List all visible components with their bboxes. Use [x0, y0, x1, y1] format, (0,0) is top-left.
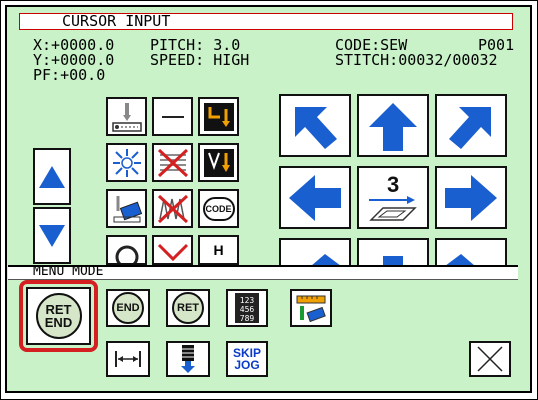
svg-text:123: 123	[240, 296, 255, 305]
line-button[interactable]	[152, 97, 193, 136]
origin-return-button[interactable]	[106, 143, 147, 182]
arrow-left-icon	[289, 174, 341, 221]
move-down-left-button[interactable]	[279, 238, 351, 268]
ret-end-button[interactable]: RET END	[26, 287, 91, 345]
arrow-right-icon	[445, 174, 497, 221]
search-partial-button[interactable]	[106, 235, 147, 265]
origin-star-icon	[112, 148, 141, 177]
crossed-icon-partial	[157, 243, 188, 262]
move-left-button[interactable]	[279, 166, 351, 229]
delete-partial-button[interactable]	[152, 235, 193, 265]
line-icon	[161, 115, 184, 118]
needle-down-button[interactable]	[198, 143, 239, 182]
feed-down-icon	[181, 345, 195, 373]
needle-eraser-icon	[113, 195, 142, 222]
thread-trim-button[interactable]	[198, 97, 239, 136]
close-button[interactable]	[469, 341, 511, 377]
pitch-span-button[interactable]	[106, 341, 150, 377]
needle-feed-button[interactable]	[106, 97, 147, 136]
speed-value: SPEED: HIGH	[150, 51, 250, 69]
code-label: CODE	[202, 196, 235, 221]
svg-text:789: 789	[240, 314, 255, 323]
crossed-lines-icon	[157, 148, 188, 177]
numpad-button[interactable]: 123 456 789	[226, 289, 268, 327]
feed-down-button[interactable]	[166, 341, 210, 377]
needle-feed-icon	[111, 102, 142, 132]
page-number: P001	[478, 36, 515, 54]
magnifier-icon	[115, 245, 138, 263]
height-label: H	[213, 242, 224, 258]
arrow-down-left-partial-icon	[311, 254, 341, 266]
move-up-left-button[interactable]	[279, 94, 351, 157]
move-down-button[interactable]	[357, 238, 429, 268]
move-right-button[interactable]	[435, 166, 507, 229]
code-button[interactable]: CODE	[198, 189, 239, 228]
scroll-down-button[interactable]	[33, 207, 71, 264]
numpad-icon: 123 456 789	[235, 293, 259, 323]
height-button[interactable]: H	[198, 235, 239, 265]
arrow-up-right-icon	[449, 106, 491, 149]
skip-jog-label: SKIP JOG	[233, 347, 261, 371]
x-coordinate: X:+0000.0	[33, 36, 115, 54]
triangle-up-icon	[39, 165, 65, 188]
ruler-pencil-eraser-icon	[296, 295, 326, 323]
needle-erase-button[interactable]	[106, 189, 147, 228]
move-up-button[interactable]	[357, 94, 429, 157]
arrow-down-partial-icon	[383, 256, 403, 266]
pf-value: PF:+00.0	[33, 66, 106, 84]
jog-label: JOG	[234, 358, 260, 372]
step-feed-icon: 3	[369, 172, 417, 221]
menu-mode-label: MENU MODE	[33, 264, 104, 279]
move-up-right-button[interactable]	[435, 94, 507, 157]
ret-end-bottom-label: END	[44, 315, 73, 330]
code-value: CODE:SEW	[335, 36, 408, 54]
page-title: CURSOR INPUT	[62, 12, 171, 30]
thread-trim-icon	[203, 102, 234, 131]
arrow-up-icon	[369, 102, 417, 151]
skip-jog-button[interactable]: SKIP JOG	[226, 341, 268, 377]
crossed-zigzag-icon	[157, 194, 188, 223]
scroll-up-button[interactable]	[33, 148, 71, 205]
move-down-right-button[interactable]	[435, 238, 507, 268]
pitch-value: PITCH: 3.0	[150, 36, 241, 54]
close-icon	[477, 346, 503, 372]
svg-text:456: 456	[240, 305, 255, 314]
ret-end-icon: RET END	[35, 293, 82, 339]
ret-label: RET	[172, 292, 204, 324]
edit-tools-button[interactable]	[290, 289, 332, 327]
y-coordinate: Y:+0000.0	[33, 51, 115, 69]
arrow-up-left-icon	[295, 106, 337, 149]
triangle-down-icon	[39, 224, 65, 247]
delete-zigzag-button[interactable]	[152, 189, 193, 228]
delete-stitch-button[interactable]	[152, 143, 193, 182]
arrow-down-right-partial-icon	[445, 254, 475, 266]
ret-button[interactable]: RET	[166, 289, 210, 327]
span-arrows-icon	[115, 351, 141, 367]
stitch-count: STITCH:00032/00032	[335, 51, 498, 69]
step-feed-button[interactable]: 3	[357, 166, 429, 229]
end-button[interactable]: END	[106, 289, 150, 327]
end-label: END	[112, 292, 144, 324]
step-digit: 3	[387, 172, 399, 197]
needle-down-icon	[203, 148, 234, 177]
